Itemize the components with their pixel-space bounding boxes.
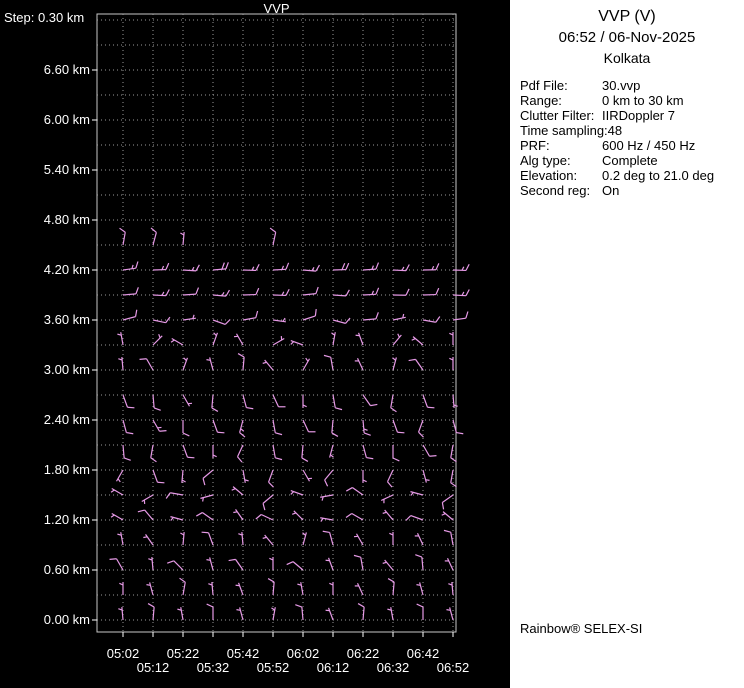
parameter-value: 600 Hz / 450 Hz — [602, 138, 695, 153]
parameter-list: Pdf File:30.vvpRange:0 km to 30 kmClutte… — [510, 78, 744, 198]
parameter-label: Clutter Filter: — [520, 108, 602, 123]
y-axis-label: 4.80 km — [0, 212, 90, 228]
y-axis-label: 6.00 km — [0, 112, 90, 128]
x-axis-label: 05:32 — [191, 660, 235, 676]
parameter-label: Pdf File: — [520, 78, 602, 93]
site-name: Kolkata — [510, 50, 744, 66]
parameter-value: On — [602, 183, 619, 198]
parameter-row: Alg type:Complete — [520, 153, 744, 168]
parameter-row: Second reg:On — [520, 183, 744, 198]
x-axis-label: 05:52 — [251, 660, 295, 676]
brand-footer: Rainbow® SELEX-SI — [520, 621, 642, 636]
x-axis-label: 06:32 — [371, 660, 415, 676]
y-axis-label: 0.60 km — [0, 562, 90, 578]
y-axis-label: 1.20 km — [0, 512, 90, 528]
parameter-value: IIRDoppler 7 — [602, 108, 675, 123]
parameter-label: Range: — [520, 93, 602, 108]
parameter-label: Elevation: — [520, 168, 602, 183]
y-axis-label: 4.20 km — [0, 262, 90, 278]
y-axis-label: 1.80 km — [0, 462, 90, 478]
x-axis-label: 06:52 — [431, 660, 475, 676]
x-axis-label: 06:12 — [311, 660, 355, 676]
y-axis-label: 6.60 km — [0, 62, 90, 78]
parameter-label: PRF: — [520, 138, 602, 153]
plot-frame — [97, 14, 456, 632]
parameter-row: Time sampling:48 — [520, 123, 744, 138]
y-axis-label: 3.60 km — [0, 312, 90, 328]
parameter-label: Time sampling:48 — [520, 123, 602, 138]
parameter-row: Range:0 km to 30 km — [520, 93, 744, 108]
parameter-value: 30.vvp — [602, 78, 640, 93]
parameter-label: Alg type: — [520, 153, 602, 168]
vvp-window: Step: 0.30 km VVP 6.60 km6.00 km5.40 km4… — [0, 0, 744, 688]
info-panel: VVP (V) 06:52 / 06-Nov-2025 Kolkata Pdf … — [510, 0, 744, 688]
parameter-value: 0.2 deg to 21.0 deg — [602, 168, 714, 183]
product-title: VVP (V) — [510, 8, 744, 26]
product-datetime: 06:52 / 06-Nov-2025 — [510, 29, 744, 46]
y-axis-label: 2.40 km — [0, 412, 90, 428]
parameter-value: 0 km to 30 km — [602, 93, 684, 108]
parameter-value: Complete — [602, 153, 658, 168]
y-axis-label: 0.00 km — [0, 612, 90, 628]
y-axis-label: 5.40 km — [0, 162, 90, 178]
parameter-row: PRF:600 Hz / 450 Hz — [520, 138, 744, 153]
parameter-row: Pdf File:30.vvp — [520, 78, 744, 93]
x-axis-label: 05:12 — [131, 660, 175, 676]
y-axis-label: 3.00 km — [0, 362, 90, 378]
parameter-row: Clutter Filter:IIRDoppler 7 — [520, 108, 744, 123]
parameter-label: Second reg: — [520, 183, 602, 198]
wind-profile-plot — [0, 0, 510, 688]
parameter-row: Elevation:0.2 deg to 21.0 deg — [520, 168, 744, 183]
